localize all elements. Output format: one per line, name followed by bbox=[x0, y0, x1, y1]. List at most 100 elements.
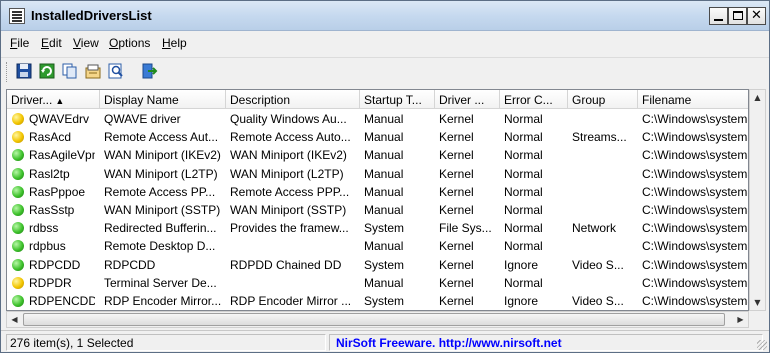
table-row[interactable]: RasAgileVpn WAN Miniport (IKEv2) WAN Minip… bbox=[7, 146, 748, 164]
table-cell: Remote Desktop D... bbox=[104, 239, 216, 254]
column-header-description[interactable]: Description bbox=[226, 90, 360, 109]
toolbar-grip bbox=[6, 62, 9, 82]
table-cell: RDP Encoder Mirror ... bbox=[230, 294, 352, 308]
menu-options[interactable]: Options bbox=[109, 36, 150, 50]
table-cell: C:\Windows\system32 bbox=[642, 166, 749, 181]
table-cell: Manual bbox=[364, 112, 404, 126]
table-cell: Normal bbox=[504, 221, 543, 236]
table-cell: Normal bbox=[504, 148, 543, 163]
column-header-driver-type[interactable]: Driver ... bbox=[435, 90, 500, 109]
table-cell: RDPDR bbox=[29, 275, 72, 290]
table-cell: RasPppoe bbox=[29, 184, 86, 199]
table-cell: Remote Access PPP... bbox=[230, 184, 350, 199]
column-header-error-control[interactable]: Error C... bbox=[500, 90, 568, 109]
table-cell: Remote Access PP... bbox=[104, 184, 216, 199]
title-bar[interactable]: InstalledDriversList ✕ bbox=[1, 1, 769, 31]
exit-button[interactable] bbox=[140, 62, 160, 82]
table-row[interactable]: rdpbus Remote Desktop D... Manual Kernel Nor… bbox=[7, 237, 748, 255]
table-cell: Kernel bbox=[439, 257, 474, 272]
menu-bar: File Edit View Options Help bbox=[1, 32, 769, 54]
list-header: Driver... ▲ Display Name Description Star… bbox=[7, 90, 748, 109]
table-cell bbox=[568, 146, 630, 164]
close-button[interactable]: ✕ bbox=[747, 7, 766, 25]
table-cell: Kernel bbox=[439, 275, 474, 290]
column-header-group[interactable]: Group bbox=[568, 90, 638, 109]
save-button[interactable] bbox=[15, 62, 35, 82]
horizontal-scroll-thumb[interactable] bbox=[23, 313, 725, 326]
status-item-count: 276 item(s), 1 Selected bbox=[6, 334, 326, 351]
save-icon bbox=[16, 63, 32, 79]
table-cell: rdpbus bbox=[29, 239, 66, 254]
copy-button[interactable] bbox=[61, 62, 81, 82]
table-row[interactable]: Rasl2tp WAN Miniport (L2TP) WAN Miniport (… bbox=[7, 165, 749, 183]
table-row[interactable]: RDPENCDD RDP Encoder Mirror... RDP Encoder… bbox=[7, 292, 748, 310]
scroll-right-icon[interactable]: ▶ bbox=[733, 312, 748, 327]
table-cell: RDPDD Chained DD bbox=[230, 257, 342, 272]
menu-edit[interactable]: Edit bbox=[41, 36, 62, 50]
table-cell: Manual bbox=[364, 184, 404, 199]
table-cell: Manual bbox=[364, 203, 404, 217]
table-cell bbox=[568, 183, 630, 201]
resize-grip-icon[interactable] bbox=[757, 340, 767, 350]
column-header-driver[interactable]: Driver... ▲ bbox=[7, 90, 100, 109]
table-cell: WAN Miniport (IKEv2) bbox=[104, 148, 221, 163]
table-cell: System bbox=[364, 221, 405, 236]
table-cell: C:\Windows\system32 bbox=[642, 257, 749, 272]
refresh-button[interactable] bbox=[38, 62, 58, 82]
table-cell: Remote Access Auto... bbox=[230, 130, 351, 145]
status-bar: 276 item(s), 1 Selected NirSoft Freeware… bbox=[1, 330, 769, 352]
table-row[interactable]: RasSstp WAN Miniport (SSTP) WAN Miniport (… bbox=[7, 201, 748, 219]
table-cell: Kernel bbox=[439, 148, 474, 163]
table-cell: C:\Windows\system32 bbox=[642, 130, 749, 145]
sort-ascending-icon: ▲ bbox=[55, 96, 65, 106]
table-cell: WAN Miniport (SSTP) bbox=[104, 203, 221, 217]
table-cell: QWAVE driver bbox=[104, 112, 181, 126]
horizontal-scrollbar[interactable]: ◀ ▶ bbox=[6, 311, 749, 328]
scroll-down-icon[interactable]: ▼ bbox=[750, 295, 765, 310]
table-cell: RasSstp bbox=[29, 203, 75, 217]
table-cell: Kernel bbox=[439, 203, 474, 217]
table-cell: Manual bbox=[364, 148, 404, 163]
table-row[interactable]: RDPDR Terminal Server De... Manual Kernel No… bbox=[7, 274, 748, 292]
table-row[interactable]: QWAVEdrv QWAVE driver Quality Windows Au..… bbox=[7, 110, 748, 128]
menu-file[interactable]: File bbox=[10, 36, 29, 50]
table-cell: Normal bbox=[504, 203, 543, 217]
column-header-filename[interactable]: Filename bbox=[638, 90, 748, 109]
column-header-startup-type[interactable]: Startup T... bbox=[360, 90, 435, 109]
status-nirsoft-link[interactable]: NirSoft Freeware. http://www.nirsoft.net bbox=[329, 334, 763, 351]
table-cell: Normal bbox=[504, 130, 543, 145]
table-cell: Manual bbox=[364, 166, 404, 181]
properties-icon bbox=[85, 64, 101, 79]
table-cell bbox=[568, 237, 630, 255]
table-cell: Video S... bbox=[572, 257, 624, 272]
column-header-display-name[interactable]: Display Name bbox=[100, 90, 226, 109]
properties-button[interactable] bbox=[84, 62, 104, 82]
copy-icon bbox=[62, 63, 77, 79]
table-cell: File Sys... bbox=[439, 221, 492, 236]
menu-view[interactable]: View bbox=[73, 36, 99, 50]
table-cell: Manual bbox=[364, 275, 404, 290]
scroll-left-icon[interactable]: ◀ bbox=[7, 312, 22, 327]
table-cell: System bbox=[364, 257, 405, 272]
vertical-scrollbar[interactable]: ▲ ▼ bbox=[749, 89, 766, 311]
table-row[interactable]: rdbss Redirected Bufferin... Provides the … bbox=[7, 219, 748, 237]
table-cell: Streams... bbox=[572, 130, 627, 145]
table-row[interactable]: RasAcd Remote Access Aut... Remote Access … bbox=[7, 128, 749, 146]
maximize-button[interactable] bbox=[728, 7, 747, 25]
table-cell: Normal bbox=[504, 112, 543, 126]
table-cell: rdbss bbox=[29, 221, 59, 236]
table-cell bbox=[226, 237, 358, 255]
table-row[interactable]: RDPCDD RDPCDD RDPDD Chained DD System Kernel… bbox=[7, 256, 749, 274]
table-cell: QWAVEdrv bbox=[29, 112, 90, 126]
scroll-up-icon[interactable]: ▲ bbox=[750, 90, 765, 105]
table-cell bbox=[568, 274, 630, 292]
toolbar bbox=[1, 57, 769, 85]
menu-help[interactable]: Help bbox=[162, 36, 187, 50]
find-button[interactable] bbox=[107, 62, 127, 82]
drivers-list[interactable]: Driver... ▲ Display Name Description Star… bbox=[6, 89, 749, 311]
table-cell: Manual bbox=[364, 130, 404, 145]
table-cell: Redirected Bufferin... bbox=[104, 221, 217, 236]
minimize-button[interactable] bbox=[709, 7, 728, 25]
table-row[interactable]: RasPppoe Remote Access PP... Remote Access… bbox=[7, 183, 748, 201]
table-cell: Remote Access Aut... bbox=[104, 130, 219, 145]
